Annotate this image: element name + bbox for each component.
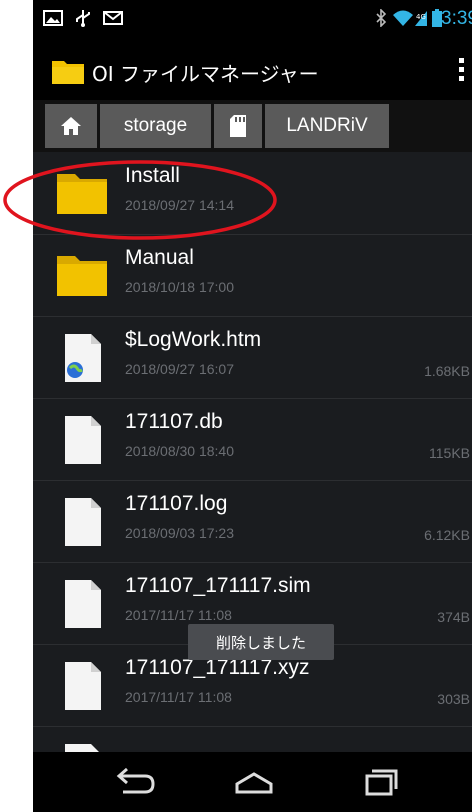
file-date: 2018/08/30 18:40 <box>125 443 234 459</box>
file-size: 6.12KB <box>424 527 470 543</box>
home-icon <box>61 117 81 135</box>
breadcrumb-home[interactable] <box>45 104 97 148</box>
file-size: 115KB <box>429 445 470 461</box>
list-item[interactable]: $LogWork.htm 2018/09/27 16:07 1.68KB <box>33 316 472 399</box>
file-date: 2018/09/03 17:23 <box>125 525 234 541</box>
overflow-menu-icon[interactable] <box>454 54 468 86</box>
file-icon <box>65 498 101 546</box>
breadcrumb-landriv[interactable]: LANDRiV <box>265 104 389 148</box>
html-file-icon <box>65 334 101 382</box>
file-name: Install <box>125 164 180 187</box>
image-notification-icon <box>43 10 63 26</box>
home-nav-icon[interactable] <box>219 760 289 804</box>
folder-icon <box>57 174 107 214</box>
svg-text:4G: 4G <box>416 13 426 21</box>
list-item[interactable]: Install 2018/09/27 14:14 <box>33 152 472 235</box>
file-name: 171107.log <box>125 492 228 515</box>
file-icon <box>65 662 101 710</box>
status-bar: 4G 13:39 <box>33 0 472 38</box>
list-item[interactable]: 171107.db 2018/08/30 18:40 115KB <box>33 398 472 481</box>
bluetooth-icon <box>376 9 387 27</box>
app-folder-icon <box>52 61 84 84</box>
app-title: OI ファイルマネージャー <box>92 62 319 86</box>
file-name: Manual <box>125 246 194 269</box>
file-size: 303B <box>437 691 470 707</box>
wifi-icon <box>393 10 413 26</box>
recent-apps-icon[interactable] <box>345 760 415 804</box>
folder-icon <box>57 256 107 296</box>
file-list: Install 2018/09/27 14:14 Manual 2018/10/… <box>33 152 472 752</box>
list-item[interactable]: 171107.log 2018/09/03 17:23 6.12KB <box>33 480 472 563</box>
file-name: $LogWork.htm <box>125 328 262 351</box>
phone-screen: 4G 13:39 OI ファイルマネージャー storage <box>33 0 472 812</box>
file-size: 1.68KB <box>424 363 470 379</box>
file-icon <box>65 744 99 752</box>
file-date: 2018/10/18 17:00 <box>125 279 234 295</box>
toast-message: 削除しました <box>188 624 334 660</box>
navigation-bar <box>33 752 472 812</box>
file-name: 171107_171117.sim <box>125 574 311 597</box>
list-item[interactable] <box>33 726 472 752</box>
sdcard-icon <box>230 115 246 137</box>
breadcrumb-sdcard[interactable] <box>214 104 262 148</box>
list-item[interactable]: Manual 2018/10/18 17:00 <box>33 234 472 317</box>
app-bar: OI ファイルマネージャー <box>33 38 472 100</box>
file-date: 2018/09/27 16:07 <box>125 361 234 377</box>
file-size: 374B <box>437 609 470 625</box>
breadcrumb: storage LANDRiV <box>33 100 472 152</box>
back-icon[interactable] <box>101 760 171 804</box>
file-date: 2017/11/17 11:08 <box>125 689 232 705</box>
clock: 13:39 <box>430 8 472 29</box>
signal-icon: 4G <box>415 11 427 26</box>
breadcrumb-storage[interactable]: storage <box>100 104 211 148</box>
usb-notification-icon <box>76 10 90 27</box>
file-icon <box>65 416 101 464</box>
file-icon <box>65 580 101 628</box>
file-date: 2018/09/27 14:14 <box>125 197 234 213</box>
file-date: 2017/11/17 11:08 <box>125 607 232 623</box>
file-name: 171107.db <box>125 410 223 433</box>
mail-notification-icon <box>103 11 123 25</box>
